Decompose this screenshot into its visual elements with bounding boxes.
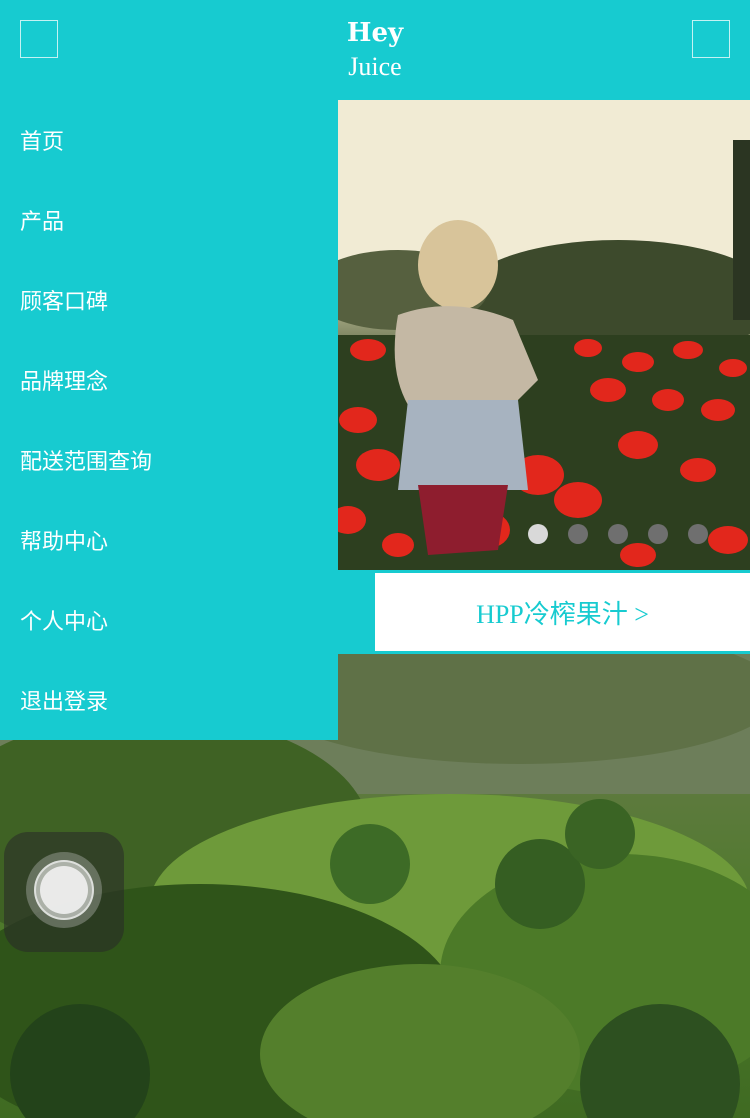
side-menu: 首页 产品 顾客口碑 品牌理念 配送范围查询 帮助中心 个人中心 退出登录: [0, 100, 338, 740]
assistive-touch-button[interactable]: [4, 832, 124, 952]
product-link-button[interactable]: HPP冷榨果汁 >: [375, 573, 750, 651]
menu-item-logout[interactable]: 退出登录: [0, 660, 338, 740]
carousel-dot-3[interactable]: [608, 524, 628, 544]
brand-logo: Hey Juice: [0, 20, 750, 80]
menu-item-brand-philosophy[interactable]: 品牌理念: [0, 340, 338, 420]
carousel-indicators: [338, 524, 750, 544]
carousel-dot-5[interactable]: [688, 524, 708, 544]
menu-item-delivery-range[interactable]: 配送范围查询: [0, 420, 338, 500]
top-header: Hey Juice: [0, 0, 750, 100]
carousel-dot-2[interactable]: [568, 524, 588, 544]
menu-item-help-center[interactable]: 帮助中心: [0, 500, 338, 580]
menu-item-home[interactable]: 首页: [0, 100, 338, 180]
menu-item-products[interactable]: 产品: [0, 180, 338, 260]
hero-slide-image: [338, 100, 750, 570]
carousel-dot-4[interactable]: [648, 524, 668, 544]
carousel-dot-1[interactable]: [528, 524, 548, 544]
hero-carousel[interactable]: [338, 100, 750, 570]
brand-line-1: Hey: [346, 18, 404, 48]
menu-item-personal-center[interactable]: 个人中心: [0, 580, 338, 660]
assistive-touch-inner-dot: [40, 866, 88, 914]
header-right-button[interactable]: [692, 20, 730, 58]
menu-item-reviews[interactable]: 顾客口碑: [0, 260, 338, 340]
brand-line-2: Juice: [348, 52, 402, 81]
